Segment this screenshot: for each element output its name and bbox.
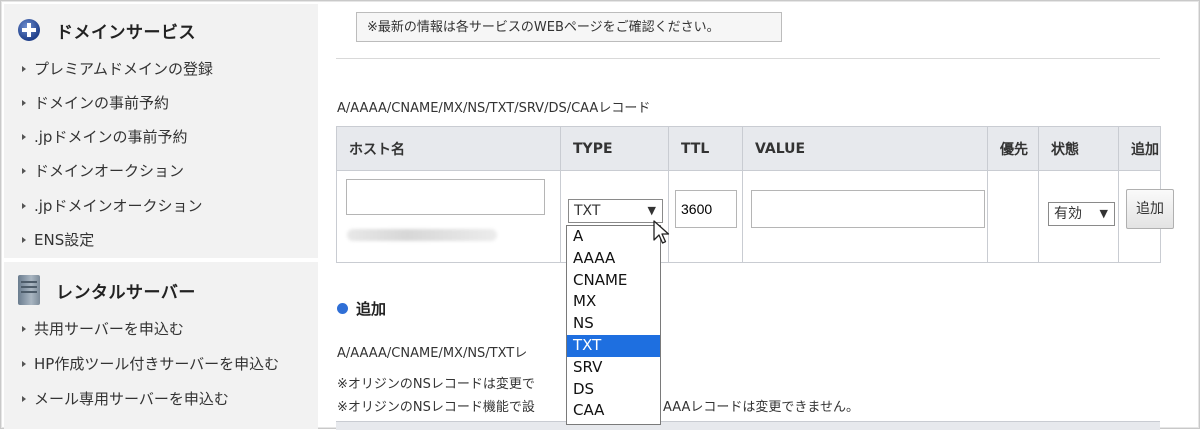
blurred-domain-text [347,229,497,241]
col-host: ホスト名 [336,126,561,171]
plus-circle-icon [18,19,40,41]
bullet-icon [22,236,26,243]
option-aaaa[interactable]: AAAA [567,248,660,270]
note-line-2: ※オリジンのNSレコード機能で設 [337,400,535,415]
bullet-icon [22,325,26,332]
mouse-cursor-icon [653,220,670,244]
info-notice: ※最新の情報は各サービスのWEBページをご確認ください。 [356,12,782,42]
cell-value [742,170,988,263]
option-a[interactable]: A [567,226,660,248]
sidebar-divider [4,258,318,262]
col-type: TYPE [560,126,669,171]
option-ds[interactable]: DS [567,379,660,401]
option-srv[interactable]: SRV [567,357,660,379]
cell-ttl [668,170,743,263]
table-row: TXT ▼ 有効 ▼ 追加 [336,170,1174,263]
bullet-icon [22,202,26,209]
option-txt[interactable]: TXT [567,334,660,357]
add-section-title: 追加 [337,298,386,319]
bullet-icon [22,395,26,402]
type-select[interactable]: TXT ▼ [568,199,663,223]
cell-status: 有効 ▼ [1038,170,1119,263]
sidebar-section-server: レンタルサーバー [4,266,318,312]
bullet-icon [22,65,26,72]
col-value: VALUE [742,126,988,171]
status-select[interactable]: 有効 ▼ [1048,202,1115,226]
sidebar-item-shared-server[interactable]: 共用サーバーを申込む [22,318,184,339]
col-ttl: TTL [668,126,743,171]
sidebar-section-domain: ドメインサービス [4,6,318,52]
sidebar-item-domain-preorder[interactable]: ドメインの事前予約 [22,92,169,113]
divider [336,58,1160,59]
add-button[interactable]: 追加 [1126,189,1174,229]
sidebar-item-hp-server[interactable]: HP作成ツール付きサーバーを申込む [22,353,279,374]
note-line-2-tail: AAAレコードは変更できません。 [663,400,860,415]
cell-priority [987,170,1039,263]
dropdown-arrow-icon: ▼ [1099,207,1108,220]
add-records-label: A/AAAA/CNAME/MX/NS/TXTレ [337,346,528,361]
host-input[interactable] [346,179,545,215]
cell-host [336,170,561,263]
table-header-row: ホスト名 TYPE TTL VALUE 優先 状態 追加 [336,126,1161,171]
server-icon [18,275,40,305]
records-label: A/AAAA/CNAME/MX/NS/TXT/SRV/DS/CAAレコード [337,101,651,116]
records-table: ホスト名 TYPE TTL VALUE 優先 状態 追加 TXT ▼ 有効 ▼ [336,126,1174,263]
bullet-dot-icon [337,303,348,314]
col-add: 追加 [1118,126,1161,171]
sidebar-item-jp-preorder[interactable]: .jpドメインの事前予約 [22,126,187,147]
type-dropdown-list: A AAAA CNAME MX NS TXT SRV DS CAA [566,225,661,425]
sidebar-section-title: ドメインサービス [56,23,196,43]
sidebar-item-premium-domain[interactable]: プレミアムドメインの登録 [22,58,213,79]
note-line-1: ※オリジンのNSレコードは変更で [337,377,535,392]
sidebar-item-mail-server[interactable]: メール専用サーバーを申込む [22,388,229,409]
option-caa[interactable]: CAA [567,400,660,422]
bullet-icon [22,133,26,140]
ttl-input[interactable] [675,190,737,228]
col-status: 状態 [1038,126,1119,171]
bullet-icon [22,167,26,174]
col-priority: 優先 [987,126,1039,171]
sidebar: ドメインサービス プレミアムドメインの登録 ドメインの事前予約 .jpドメインの… [4,4,318,429]
bullet-icon [22,360,26,367]
option-mx[interactable]: MX [567,291,660,313]
sidebar-item-jp-auction[interactable]: .jpドメインオークション [22,195,202,216]
bullet-icon [22,99,26,106]
sidebar-section-title: レンタルサーバー [56,283,196,303]
cell-add: 追加 [1118,170,1174,263]
option-cname[interactable]: CNAME [567,270,660,292]
sidebar-item-ens[interactable]: ENS設定 [22,229,94,250]
option-ns[interactable]: NS [567,313,660,335]
value-input[interactable] [751,190,985,228]
sidebar-item-domain-auction[interactable]: ドメインオークション [22,160,184,181]
